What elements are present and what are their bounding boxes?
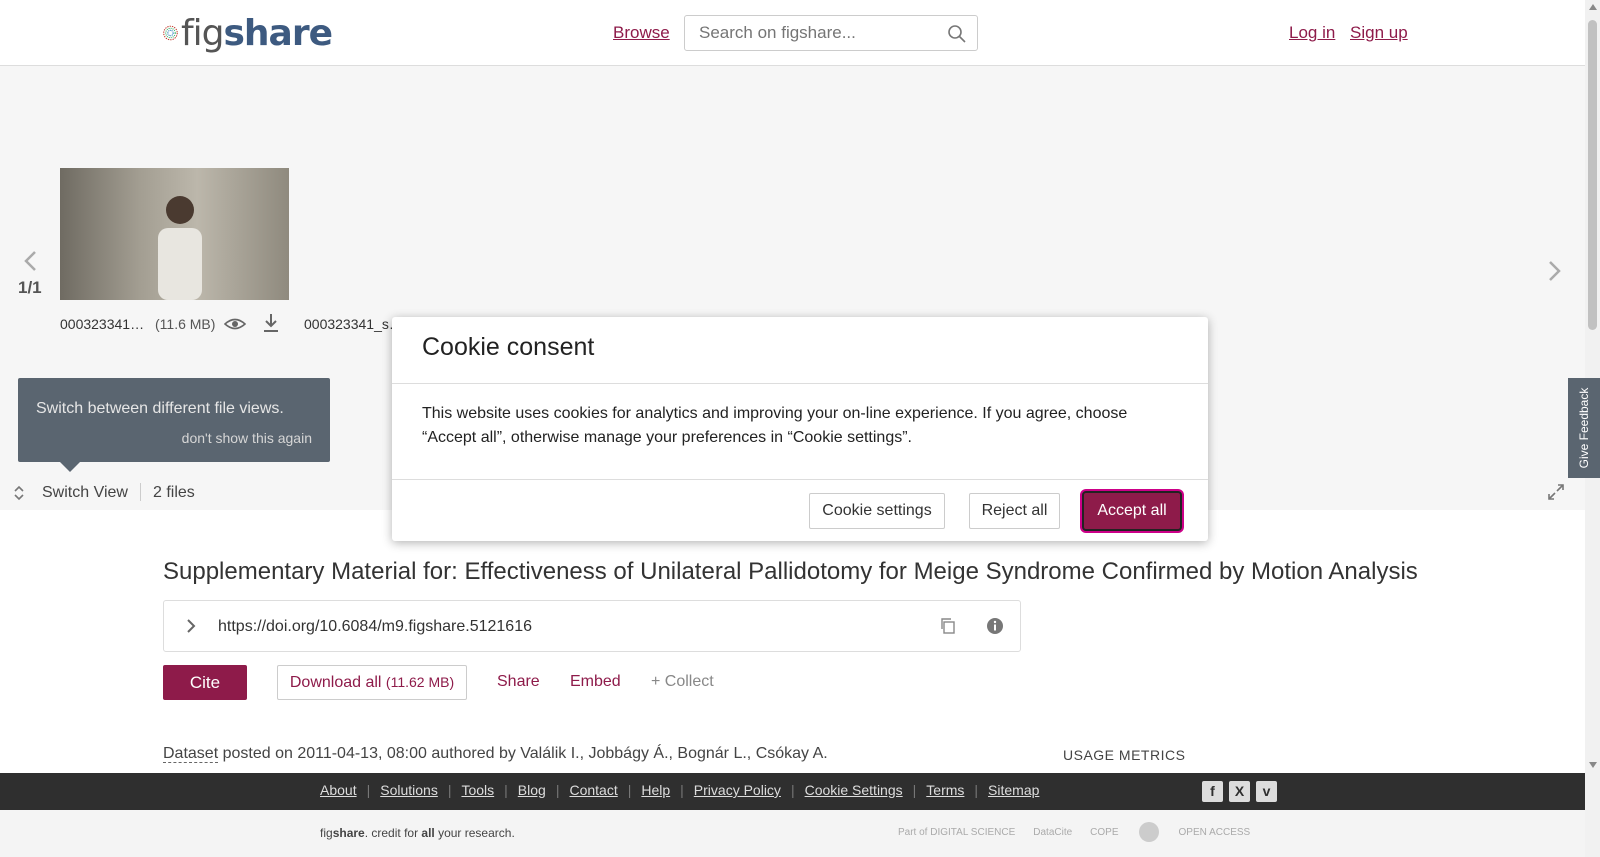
- reject-all-button[interactable]: Reject all: [969, 493, 1060, 529]
- cookie-settings-button[interactable]: Cookie settings: [809, 493, 945, 529]
- footer-link-privacy[interactable]: Privacy Policy: [694, 782, 781, 798]
- download-all-button[interactable]: Download all (11.62 MB): [277, 665, 467, 700]
- scroll-thumb[interactable]: [1588, 20, 1597, 330]
- usage-metrics-heading: USAGE METRICS: [1063, 747, 1186, 763]
- tooltip-text: Switch between different file views.: [36, 400, 284, 417]
- divider: [140, 483, 141, 501]
- footer-link-cookie-settings[interactable]: Cookie Settings: [805, 782, 903, 798]
- share-link[interactable]: Share: [497, 673, 540, 691]
- info-icon[interactable]: [986, 617, 1004, 635]
- footer-link-solutions[interactable]: Solutions: [380, 782, 438, 798]
- download-icon[interactable]: [261, 312, 281, 334]
- doi-link[interactable]: https://doi.org/10.6084/m9.figshare.5121…: [218, 618, 532, 636]
- chevron-right-icon[interactable]: [184, 617, 198, 635]
- vimeo-icon[interactable]: v: [1256, 781, 1277, 802]
- tooltip-dismiss-link[interactable]: don't show this again: [182, 430, 312, 446]
- person-image: [158, 196, 202, 300]
- separator: |: [912, 782, 917, 798]
- footer-link-tools[interactable]: Tools: [461, 782, 494, 798]
- download-size: (11.62 MB): [385, 673, 455, 690]
- separator: |: [627, 782, 632, 798]
- files-count: 2 files: [153, 484, 195, 501]
- file-size: (11.6 MB): [155, 316, 216, 332]
- file-name[interactable]: 000323341_s…: [304, 316, 403, 332]
- footer-bottom: figshare. credit for all your research. …: [0, 810, 1585, 857]
- search-input[interactable]: [685, 16, 925, 50]
- switch-view-tooltip: Switch between different file views. don…: [18, 378, 330, 472]
- chevron-right-icon[interactable]: [1545, 256, 1565, 286]
- accept-all-button[interactable]: Accept all: [1082, 491, 1182, 531]
- give-feedback-tab[interactable]: Give Feedback: [1568, 378, 1600, 478]
- cite-button[interactable]: Cite: [163, 665, 247, 700]
- x-icon[interactable]: X: [1229, 781, 1250, 802]
- divider: [392, 479, 1208, 480]
- partner-logos: Part of DIGITAL SCIENCE DataCite COPE OP…: [898, 820, 1250, 844]
- footer-link-terms[interactable]: Terms: [926, 782, 964, 798]
- browse-link[interactable]: Browse: [613, 23, 670, 43]
- copy-icon[interactable]: [939, 617, 957, 635]
- footer-link-about[interactable]: About: [320, 782, 357, 798]
- collect-link[interactable]: + Collect: [651, 673, 714, 691]
- credit-fig: fig: [320, 826, 333, 840]
- login-link[interactable]: Log in: [1289, 23, 1335, 43]
- separator: |: [366, 782, 371, 798]
- feedback-label: Give Feedback: [1577, 387, 1591, 469]
- modal-title: Cookie consent: [422, 333, 595, 361]
- page-counter: 1/1: [18, 278, 42, 297]
- search-box: [684, 15, 978, 51]
- facebook-icon[interactable]: f: [1202, 781, 1223, 802]
- file-name[interactable]: 000323341…: [60, 316, 144, 332]
- social-links: f X v: [1202, 781, 1277, 802]
- page-title: Supplementary Material for: Effectivenes…: [163, 558, 1418, 585]
- footer-credit: figshare. credit for all your research.: [320, 826, 515, 840]
- modal-body: This website uses cookies for analytics …: [422, 405, 1128, 446]
- divider: [392, 383, 1208, 384]
- footer-link-help[interactable]: Help: [641, 782, 670, 798]
- figshare-logo-icon: [163, 25, 178, 41]
- posted-text: posted on 2011-04-13, 08:00 authored by …: [218, 745, 828, 762]
- footer-link-blog[interactable]: Blog: [518, 782, 546, 798]
- tooltip-arrow: [60, 462, 80, 472]
- digital-science-logo[interactable]: Part of DIGITAL SCIENCE: [898, 827, 1015, 838]
- eye-icon[interactable]: [224, 315, 246, 333]
- video-thumbnail[interactable]: [60, 168, 289, 300]
- datacite-logo[interactable]: DataCite: [1033, 827, 1072, 838]
- doi-box: https://doi.org/10.6084/m9.figshare.5121…: [163, 600, 1021, 652]
- separator: |: [790, 782, 795, 798]
- credit-share: share: [332, 826, 365, 840]
- separator: |: [974, 782, 979, 798]
- logo-text-share: share: [223, 12, 333, 54]
- chevron-left-icon[interactable]: [20, 246, 40, 276]
- site-header: figshare Browse Log in Sign up: [0, 0, 1585, 66]
- credit-mid: . credit for: [364, 826, 422, 840]
- footer-bar: About | Solutions | Tools | Blog | Contact | …: [0, 773, 1585, 810]
- switch-view-icon[interactable]: [12, 484, 26, 502]
- posted-line: Dataset posted on 2011-04-13, 08:00 auth…: [163, 745, 828, 763]
- separator: |: [555, 782, 560, 798]
- figshare-logo[interactable]: figshare: [162, 8, 333, 58]
- logo-text-fig: fig: [180, 12, 225, 54]
- signup-link[interactable]: Sign up: [1350, 23, 1408, 43]
- scroll-down-arrow[interactable]: [1589, 762, 1597, 768]
- footer-link-sitemap[interactable]: Sitemap: [988, 782, 1039, 798]
- embed-link[interactable]: Embed: [570, 673, 621, 691]
- cope-logo[interactable]: COPE: [1090, 827, 1118, 838]
- separator: |: [680, 782, 684, 798]
- footer-link-contact[interactable]: Contact: [569, 782, 617, 798]
- globe-logo[interactable]: [1137, 820, 1161, 844]
- footer-links: About | Solutions | Tools | Blog | Contact | …: [320, 782, 1039, 798]
- scroll-up-arrow[interactable]: [1589, 4, 1597, 10]
- credit-end: your research.: [434, 826, 515, 840]
- dataset-type-link[interactable]: Dataset: [163, 745, 219, 763]
- logo-text: figshare: [180, 12, 333, 54]
- cookie-consent-dialog: Cookie consent This website uses cookies…: [392, 317, 1208, 541]
- open-access-logo[interactable]: OPEN ACCESS: [1179, 827, 1251, 838]
- credit-all: all: [421, 826, 435, 840]
- switch-view-button[interactable]: Switch View: [42, 484, 128, 502]
- expand-icon[interactable]: [1548, 484, 1564, 500]
- separator: |: [447, 782, 452, 798]
- separator: |: [504, 782, 508, 798]
- download-label: Download all: [289, 673, 382, 691]
- search-icon[interactable]: [947, 24, 967, 44]
